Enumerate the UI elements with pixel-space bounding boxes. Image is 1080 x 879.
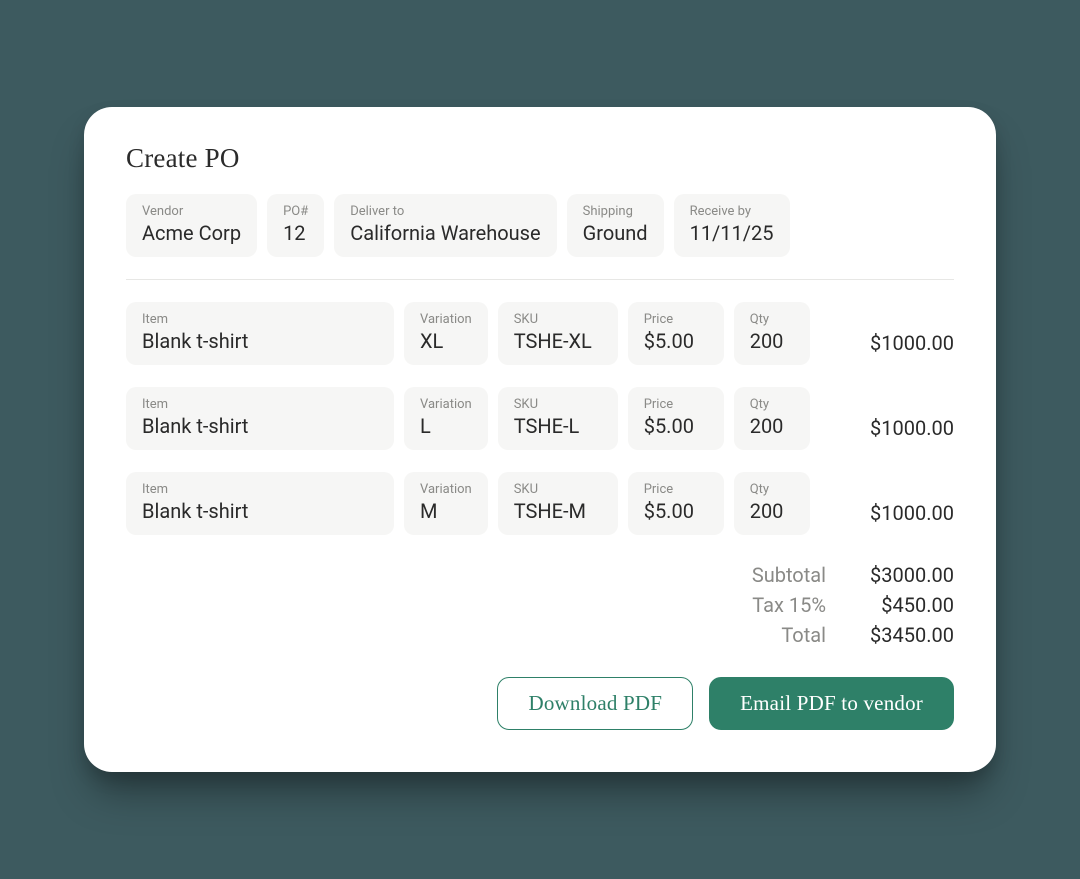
price-label: Price xyxy=(644,482,708,497)
subtotal-value: $3000.00 xyxy=(850,563,954,587)
total-label: Total xyxy=(781,623,826,647)
tax-label: Tax 15% xyxy=(752,593,826,617)
tax-row: Tax 15% $450.00 xyxy=(752,593,954,617)
item-label: Item xyxy=(142,312,378,327)
price-field[interactable]: Price $5.00 xyxy=(628,302,724,365)
receive-by-value: 11/11/25 xyxy=(690,221,774,245)
vendor-field[interactable]: Vendor Acme Corp xyxy=(126,194,257,257)
tax-value: $450.00 xyxy=(850,593,954,617)
qty-field[interactable]: Qty 200 xyxy=(734,472,810,535)
po-number-value: 12 xyxy=(283,221,308,245)
variation-label: Variation xyxy=(420,397,472,412)
variation-field[interactable]: Variation XL xyxy=(404,302,488,365)
qty-field[interactable]: Qty 200 xyxy=(734,302,810,365)
qty-value: 200 xyxy=(750,329,794,353)
item-label: Item xyxy=(142,482,378,497)
item-field[interactable]: Item Blank t-shirt xyxy=(126,387,394,450)
qty-value: 200 xyxy=(750,414,794,438)
deliver-to-field[interactable]: Deliver to California Warehouse xyxy=(334,194,556,257)
subtotal-label: Subtotal xyxy=(752,563,826,587)
qty-label: Qty xyxy=(750,482,794,497)
item-value: Blank t-shirt xyxy=(142,329,378,353)
price-value: $5.00 xyxy=(644,329,708,353)
qty-field[interactable]: Qty 200 xyxy=(734,387,810,450)
qty-label: Qty xyxy=(750,312,794,327)
price-value: $5.00 xyxy=(644,414,708,438)
variation-value: XL xyxy=(420,329,472,353)
sku-value: TSHE-M xyxy=(514,499,602,523)
qty-label: Qty xyxy=(750,397,794,412)
totals-section: Subtotal $3000.00 Tax 15% $450.00 Total … xyxy=(126,563,954,647)
shipping-field[interactable]: Shipping Ground xyxy=(567,194,664,257)
item-value: Blank t-shirt xyxy=(142,414,378,438)
line-total: $1000.00 xyxy=(820,302,954,365)
sku-value: TSHE-L xyxy=(514,414,602,438)
shipping-label: Shipping xyxy=(583,204,648,219)
vendor-value: Acme Corp xyxy=(142,221,241,245)
variation-label: Variation xyxy=(420,312,472,327)
page-title: Create PO xyxy=(126,143,954,174)
divider xyxy=(126,279,954,280)
po-number-field[interactable]: PO# 12 xyxy=(267,194,324,257)
item-value: Blank t-shirt xyxy=(142,499,378,523)
subtotal-row: Subtotal $3000.00 xyxy=(752,563,954,587)
item-label: Item xyxy=(142,397,378,412)
sku-field[interactable]: SKU TSHE-XL xyxy=(498,302,618,365)
deliver-to-label: Deliver to xyxy=(350,204,540,219)
price-label: Price xyxy=(644,312,708,327)
po-header-fields: Vendor Acme Corp PO# 12 Deliver to Calif… xyxy=(126,194,954,257)
actions-row: Download PDF Email PDF to vendor xyxy=(126,677,954,730)
variation-field[interactable]: Variation L xyxy=(404,387,488,450)
email-pdf-button[interactable]: Email PDF to vendor xyxy=(709,677,954,730)
vendor-label: Vendor xyxy=(142,204,241,219)
create-po-card: Create PO Vendor Acme Corp PO# 12 Delive… xyxy=(84,107,996,772)
line-total: $1000.00 xyxy=(820,387,954,450)
receive-by-field[interactable]: Receive by 11/11/25 xyxy=(674,194,790,257)
sku-label: SKU xyxy=(514,397,602,412)
variation-label: Variation xyxy=(420,482,472,497)
deliver-to-value: California Warehouse xyxy=(350,221,540,245)
item-field[interactable]: Item Blank t-shirt xyxy=(126,302,394,365)
shipping-value: Ground xyxy=(583,221,648,245)
receive-by-label: Receive by xyxy=(690,204,774,219)
price-field[interactable]: Price $5.00 xyxy=(628,387,724,450)
price-label: Price xyxy=(644,397,708,412)
price-field[interactable]: Price $5.00 xyxy=(628,472,724,535)
price-value: $5.00 xyxy=(644,499,708,523)
line-items: Item Blank t-shirt Variation XL SKU TSHE… xyxy=(126,302,954,535)
variation-value: M xyxy=(420,499,472,523)
line-item-row: Item Blank t-shirt Variation M SKU TSHE-… xyxy=(126,472,954,535)
sku-label: SKU xyxy=(514,482,602,497)
total-row: Total $3450.00 xyxy=(781,623,954,647)
sku-field[interactable]: SKU TSHE-L xyxy=(498,387,618,450)
sku-label: SKU xyxy=(514,312,602,327)
sku-field[interactable]: SKU TSHE-M xyxy=(498,472,618,535)
variation-value: L xyxy=(420,414,472,438)
qty-value: 200 xyxy=(750,499,794,523)
variation-field[interactable]: Variation M xyxy=(404,472,488,535)
line-total: $1000.00 xyxy=(820,472,954,535)
line-item-row: Item Blank t-shirt Variation L SKU TSHE-… xyxy=(126,387,954,450)
download-pdf-button[interactable]: Download PDF xyxy=(497,677,693,730)
sku-value: TSHE-XL xyxy=(514,329,602,353)
line-item-row: Item Blank t-shirt Variation XL SKU TSHE… xyxy=(126,302,954,365)
total-value: $3450.00 xyxy=(850,623,954,647)
item-field[interactable]: Item Blank t-shirt xyxy=(126,472,394,535)
po-number-label: PO# xyxy=(283,204,308,219)
